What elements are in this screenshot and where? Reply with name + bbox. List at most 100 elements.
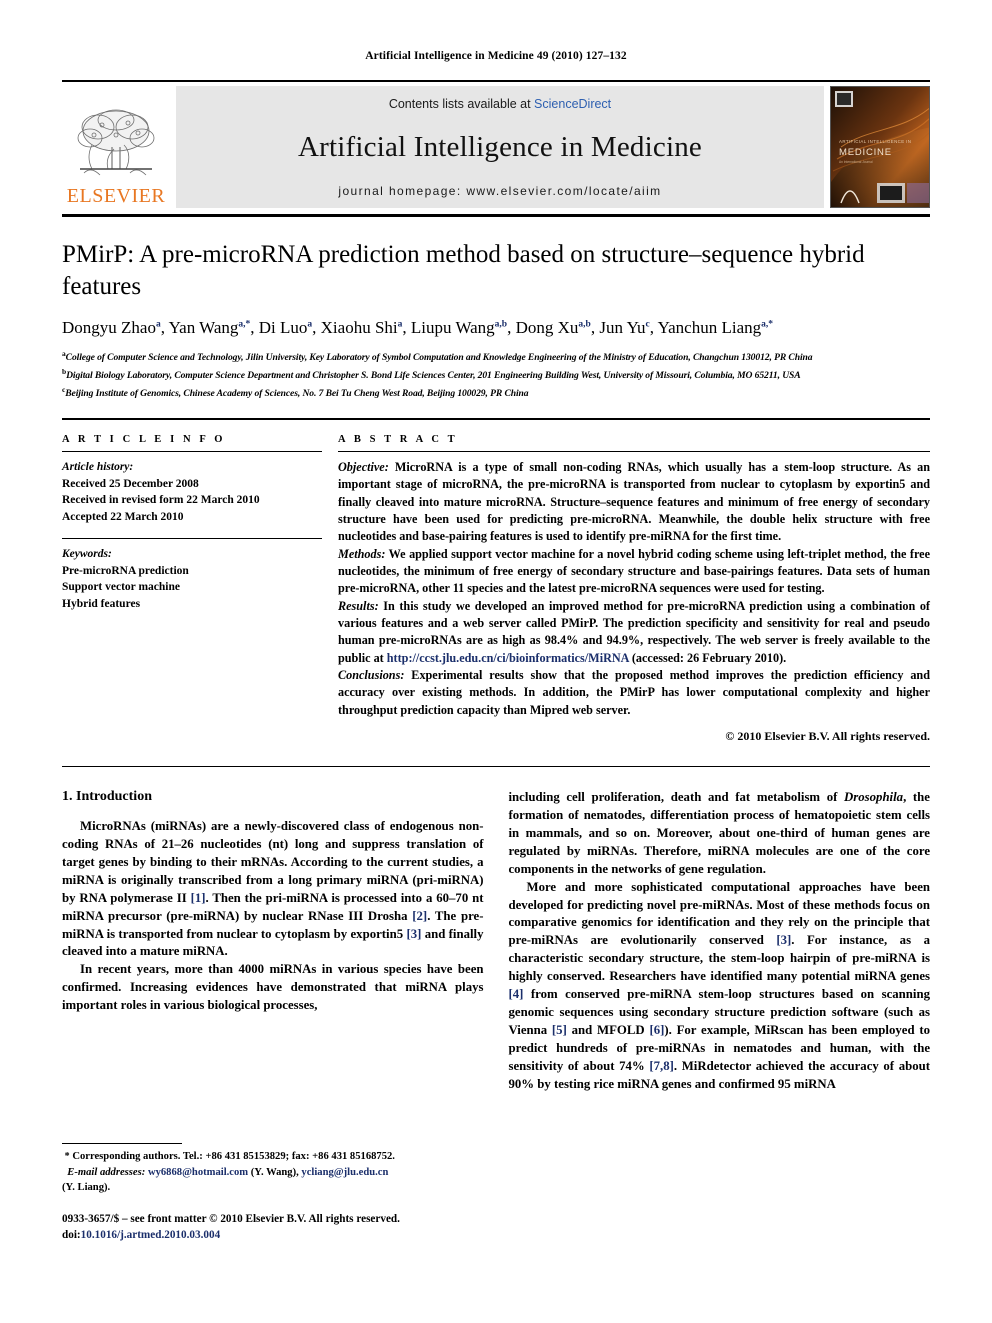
abstract-results-label: Results:: [338, 598, 379, 613]
article-history-item: Accepted 22 March 2010: [62, 511, 184, 524]
citation-reference[interactable]: [7,8]: [649, 1059, 674, 1073]
affiliation-item: aCollege of Computer Science and Technol…: [62, 349, 813, 364]
affiliation-marker: a: [62, 349, 66, 359]
running-head: Artificial Intelligence in Medicine 49 (…: [365, 50, 627, 62]
abstract-methods-label: Methods:: [338, 546, 386, 561]
abstract-results: Results: In this study we developed an i…: [338, 598, 930, 667]
abstract-heading: A B S T R A C T: [338, 434, 458, 446]
abstract-conclusions: Conclusions: Experimental results show t…: [338, 667, 930, 719]
email-owner-liang: (Y. Liang).: [62, 1181, 111, 1193]
email-link-liang[interactable]: ycliang@jlu.edu.cn: [301, 1167, 388, 1178]
body-text: In recent years, more than 4000 miRNAs i…: [62, 962, 484, 1013]
citation-reference[interactable]: [5]: [552, 1023, 567, 1037]
elsevier-tree-icon: [77, 109, 155, 176]
page-title: PMirP: A pre-microRNA prediction method …: [62, 241, 865, 300]
article-history-label: Article history:: [62, 461, 134, 474]
journal-cover-thumbnail: ARTIFICIAL INTELLIGENCE IN MEDICINE An I…: [830, 86, 930, 208]
abstract-objective: Objective: MicroRNA is a type of small n…: [338, 459, 930, 546]
body-top-rule: [62, 766, 930, 768]
email-link-wang[interactable]: wy6868@hotmail.com: [148, 1167, 248, 1178]
article-page: Artificial Intelligence in Medicine 49 (…: [0, 0, 992, 1323]
article-info-rule: [62, 451, 322, 453]
article-history-list: Received 25 December 2008 Received in rev…: [62, 476, 322, 526]
corresponding-author-text: Corresponding authors. Tel.: +86 431 851…: [72, 1151, 395, 1162]
footnote-block: * Corresponding authors. Tel.: +86 431 8…: [62, 1143, 482, 1244]
keywords-block: Keywords: Pre-microRNA prediction Support…: [62, 537, 322, 613]
citation-reference[interactable]: [4]: [509, 987, 524, 1001]
author-name: Liupu Wang: [410, 318, 495, 337]
info-top-rule: [62, 418, 930, 421]
body-right-column: including cell proliferation, death and …: [509, 789, 931, 1093]
doi-prefix: doi:: [62, 1229, 81, 1242]
author-name: Xiaohu Shi: [320, 318, 398, 337]
author-affiliation-marker: a: [155, 319, 161, 330]
elsevier-logo: ELSEVIER: [62, 86, 170, 208]
info-abstract-region: A R T I C L E I N F O Article history: R…: [62, 434, 930, 744]
corresponding-star: *: [64, 1151, 70, 1162]
masthead-center-panel: Contents lists available at ScienceDirec…: [176, 86, 824, 208]
pmirp-web-server-link[interactable]: http://ccst.jlu.edu.cn/ci/bioinformatics…: [387, 651, 629, 665]
body-paragraph: including cell proliferation, death and …: [509, 789, 931, 879]
italic-term: Drosophila: [844, 790, 904, 805]
title-block: PMirP: A pre-microRNA prediction method …: [62, 239, 930, 402]
author-affiliation-marker: a: [307, 319, 313, 330]
article-info-heading: A R T I C L E I N F O: [62, 434, 226, 446]
citation-reference[interactable]: [3]: [776, 933, 791, 947]
affiliation-marker: b: [62, 367, 67, 377]
author-affiliation-marker: a,*: [761, 319, 774, 330]
cover-art: ARTIFICIAL INTELLIGENCE IN MEDICINE An I…: [831, 87, 929, 207]
masthead-bottom-rule: [62, 214, 930, 217]
journal-masthead: ELSEVIER Contents lists available at Sci…: [62, 80, 930, 208]
doi-link[interactable]: 10.1016/j.artmed.2010.03.004: [81, 1229, 221, 1241]
email-label: E-mail addresses:: [67, 1166, 146, 1178]
body-left-column: 1. Introduction MicroRNAs (miRNAs) are a…: [62, 789, 484, 1093]
author-name: Di Luo: [258, 318, 308, 337]
author-affiliation-marker: a,b: [494, 319, 508, 330]
author-affiliation-marker: c: [645, 319, 650, 330]
body-columns: 1. Introduction MicroRNAs (miRNAs) are a…: [62, 789, 930, 1093]
journal-title: Artificial Intelligence in Medicine: [298, 131, 702, 163]
author-name: Jun Yu: [599, 318, 646, 337]
email-note: E-mail addresses: wy6868@hotmail.com (Y.…: [62, 1165, 482, 1180]
body-paragraph: More and more sophisticated computationa…: [509, 879, 931, 1094]
body-text: including cell proliferation, death and …: [508, 790, 845, 805]
corresponding-author-note: * Corresponding authors. Tel.: +86 431 8…: [62, 1149, 482, 1165]
doi-line: doi:10.1016/j.artmed.2010.03.004: [62, 1227, 482, 1243]
citation-reference[interactable]: [3]: [406, 927, 421, 941]
section-title-introduction: 1. Introduction: [62, 789, 152, 805]
body-paragraph: MicroRNAs (miRNAs) are a newly-discovere…: [62, 818, 484, 961]
sciencedirect-link[interactable]: ScienceDirect: [534, 97, 611, 111]
left-column-paragraphs: MicroRNAs (miRNAs) are a newly-discovere…: [62, 818, 484, 1015]
right-column-paragraphs: including cell proliferation, death and …: [509, 789, 931, 1093]
abstract-conclusions-label: Conclusions:: [338, 668, 405, 683]
author-affiliation-marker: a,*: [238, 319, 251, 330]
citation-reference[interactable]: [6]: [649, 1023, 664, 1037]
keyword-item: Pre-microRNA prediction: [62, 564, 189, 577]
author-name: Yanchun Liang: [657, 318, 762, 337]
elsevier-wordmark: ELSEVIER: [66, 185, 166, 207]
author-affiliation-marker: a,b: [578, 319, 591, 330]
journal-homepage-line[interactable]: journal homepage: www.elsevier.com/locat…: [338, 184, 661, 198]
abstract-objective-label: Objective:: [338, 460, 389, 475]
article-history-item: Received in revised form 22 March 2010: [62, 494, 260, 507]
footnote-rule: [62, 1143, 182, 1144]
cover-title-main: MEDICINE: [839, 147, 892, 158]
abstract-conclusions-text: Experimental results show that the propo…: [338, 668, 930, 717]
article-history-item: Received 25 December 2008: [62, 477, 199, 490]
abstract-rule: [338, 451, 930, 453]
abstract-methods-text: We applied support vector machine for a …: [338, 546, 930, 596]
contents-prefix: Contents lists available at: [388, 97, 535, 111]
article-info-column: A R T I C L E I N F O Article history: R…: [62, 434, 322, 744]
abstract-column: A B S T R A C T Objective: MicroRNA is a…: [338, 434, 930, 744]
abstract-objective-text: MicroRNA is a type of small non-coding R…: [338, 460, 930, 544]
affiliation-item: bDigital Biology Laboratory, Computer Sc…: [62, 367, 801, 382]
svg-text:An International Journal: An International Journal: [839, 160, 873, 164]
citation-reference[interactable]: [1]: [191, 891, 206, 905]
body-paragraph: In recent years, more than 4000 miRNAs i…: [62, 961, 484, 1015]
affiliation-item: cBeijing Institute of Genomics, Chinese …: [62, 385, 529, 400]
keywords-rule: [62, 537, 322, 539]
email-owner-wang: (Y. Wang),: [248, 1166, 302, 1178]
keywords-label: Keywords:: [62, 547, 112, 560]
issn-copyright-block: 0933-3657/$ – see front matter © 2010 El…: [62, 1211, 482, 1243]
citation-reference[interactable]: [2]: [412, 909, 427, 923]
